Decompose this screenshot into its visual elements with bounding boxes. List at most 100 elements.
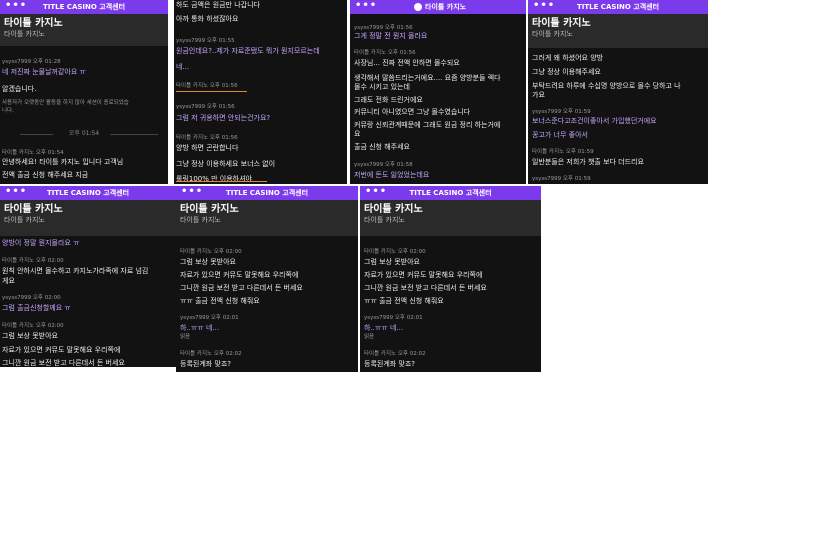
system-notice: 사용자가 오랫동안 활동을 하지 않아 세션이 종료되었습 bbox=[2, 100, 129, 106]
agent-message: 그니깐 원금 보전 받고 다른데서 돈 버세요 bbox=[180, 284, 303, 292]
message-meta: 타이틀 카지노 오후 02:00 bbox=[364, 249, 426, 255]
agent-message: 사장님... 진짜 전액 안하면 몰수되요 bbox=[354, 59, 460, 67]
agent-message: 아까 통화 하셨잖아요 bbox=[176, 15, 239, 23]
message-meta: 타이틀 카지노 오후 02:02 bbox=[364, 351, 426, 357]
user-message: 그게 정말 전 뭔지 몰라요 bbox=[354, 32, 428, 40]
chat-topbar: ••• TITLE CASINO 고객센터 bbox=[0, 186, 176, 200]
message-meta: 타이틀 카지노 오후 01:56 bbox=[176, 83, 238, 89]
chat-panel-4: ••• TITLE CASINO 고객센터 타이틀 카지노 타이틀 카지노 그러… bbox=[528, 0, 708, 184]
topbar-title: TITLE CASINO 고객센터 bbox=[42, 3, 126, 11]
chat-header: 타이틀 카지노 타이틀 카지노 bbox=[528, 14, 708, 48]
time-divider bbox=[110, 134, 158, 135]
system-notice: 니다. bbox=[2, 108, 14, 114]
chat-panel-6: ••• TITLE CASINO 고객센터 타이틀 카지노 타이틀 카지노 타이… bbox=[176, 186, 358, 372]
agent-message: 그럼 보상 못받아요 bbox=[180, 258, 236, 266]
agent-message: 그니깐 원금 보전 받고 다른데서 돈 버세요 bbox=[2, 359, 125, 367]
agent-message: 출금 신청 해주세요 bbox=[354, 143, 410, 151]
agent-message: 자료가 있으면 커뮤도 말못해요 우리쪽에 bbox=[2, 346, 121, 354]
chat-topbar: ••• TITLE CASINO 고객센터 bbox=[360, 186, 541, 200]
topbar-title: TITLE CASINO 고객센터 bbox=[225, 189, 309, 197]
chat-topbar: ••• TITLE CASINO 고객센터 bbox=[0, 0, 168, 14]
agent-message: 양방 하면 곤란합니다 bbox=[176, 144, 239, 152]
chat-header: 타이틀 카지노 타이틀 카지노 bbox=[0, 200, 176, 236]
message-meta: ysyss7999 오후 02:01 bbox=[364, 315, 423, 321]
message-meta: ysyss7999 오후 01:58 bbox=[354, 162, 413, 168]
message-meta: 타이틀 카지노 오후 01:54 bbox=[2, 150, 64, 156]
message-meta: 타이틀 카지노 오후 01:59 bbox=[532, 149, 594, 155]
chat-subtitle: 타이틀 카지노 bbox=[4, 216, 45, 224]
agent-message: 가요 bbox=[532, 91, 545, 99]
highlight-bar bbox=[176, 91, 247, 92]
chat-topbar: ••• TITLE CASINO 고객센터 bbox=[528, 0, 708, 14]
agent-message: 원칙 안하시면 몰수하고 카지노가라족에 자료 넘김 bbox=[2, 267, 149, 275]
message-meta: ysyss7999 오후 01:59 bbox=[532, 109, 591, 115]
chat-subtitle: 타이틀 카지노 bbox=[364, 216, 405, 224]
agent-message: 그니깐 원금 보전 받고 다른데서 돈 버세요 bbox=[364, 284, 487, 292]
user-message: 양방이 정말 뭔지몰라요 ㅠ bbox=[2, 239, 80, 247]
chat-topbar: ••• 타이틀 카지노 bbox=[350, 0, 526, 14]
chat-header: 타이틀 카지노 타이틀 카지노 bbox=[0, 14, 168, 46]
topbar-title: TITLE CASINO 고객센터 bbox=[46, 189, 130, 197]
topbar-title: TITLE CASINO 고객센터 bbox=[409, 189, 492, 197]
agent-message: 등록된계좌 맞죠? bbox=[364, 360, 416, 368]
chat-subtitle: 타이틀 카지노 bbox=[180, 216, 221, 224]
message-meta: 타이틀 카지노 오후 01:56 bbox=[354, 50, 416, 56]
user-message: 저번에 돈도 잃었었는데요 bbox=[354, 171, 430, 179]
message-meta: ysyss7999 오후 01:56 bbox=[176, 104, 235, 110]
message-meta: ysyss7999 오후 01:28 bbox=[2, 59, 61, 65]
chat-panel-5: ••• TITLE CASINO 고객센터 타이틀 카지노 타이틀 카지노 양방… bbox=[0, 186, 176, 367]
message-meta: ysyss7999 오후 01:55 bbox=[176, 38, 235, 44]
agent-message: 안녕하세요! 타이틀 카지노 입니다 고객님 bbox=[2, 158, 124, 166]
chat-topbar: ••• TITLE CASINO 고객센터 bbox=[176, 186, 358, 200]
user-message: 꽁고가 너무 좋아서 bbox=[532, 131, 588, 139]
highlight-bar bbox=[176, 181, 267, 182]
read-receipt: 읽음 bbox=[180, 334, 191, 340]
chat-panel-3: ••• 타이틀 카지노 ysyss7999 오후 01:56 그게 정말 전 뭔… bbox=[350, 0, 526, 184]
user-message: 네 저진짜 눈물날꺼같아요 ㅠ bbox=[2, 68, 86, 76]
message-meta: 타이틀 카지노 오후 02:00 bbox=[2, 258, 64, 264]
message-meta: 타이틀 카지노 오후 02:02 bbox=[180, 351, 242, 357]
message-meta: 타이틀 카지노 오후 02:00 bbox=[180, 249, 242, 255]
message-meta: 타이틀 카지노 오후 01:56 bbox=[176, 135, 238, 141]
agent-message: 그럼 보상 못받아요 bbox=[364, 258, 420, 266]
agent-message: 자료가 있으면 커뮤도 말못해요 우리쪽에 bbox=[180, 271, 299, 279]
message-meta: ysyss7999 오후 02:00 bbox=[2, 295, 61, 301]
agent-message: ㅠㅠ 출금 전액 신청 해줘요 bbox=[180, 297, 260, 305]
agent-message: 그냥 정상 이용해주세요 bbox=[532, 68, 601, 76]
chat-title: 타이틀 카지노 bbox=[4, 204, 63, 215]
agent-message: ㅠㅠ 출금 전액 신청 해줘요 bbox=[364, 297, 444, 305]
chat-title: 타이틀 카지노 bbox=[180, 204, 239, 215]
chat-header: 타이틀 카지노 타이틀 카지노 bbox=[360, 200, 541, 236]
message-meta: ysyss7999 오후 01:59 bbox=[532, 176, 591, 182]
user-message: 하..ㅠㅠ 네... bbox=[364, 324, 404, 332]
more-menu-icon[interactable]: ••• bbox=[355, 0, 377, 12]
agent-message: 그러게 왜 하셨어요 양방 bbox=[532, 54, 604, 62]
message-meta: 타이틀 카지노 오후 02:00 bbox=[2, 323, 64, 329]
agent-message: 몰수 시키고 있는데 bbox=[354, 83, 410, 91]
system-message: 알겠습니다. bbox=[2, 85, 37, 93]
chat-title: 타이틀 카지노 bbox=[4, 18, 63, 29]
agent-message: 그냥 정상 이용하세요 보너스 없이 bbox=[176, 160, 276, 168]
message-meta: ysyss7999 오후 02:01 bbox=[180, 315, 239, 321]
agent-message: 커뮤니티 아니였으면 그냥 몰수였습니다 bbox=[354, 108, 471, 116]
topbar-title: TITLE CASINO 고객센터 bbox=[576, 3, 660, 11]
agent-message: 일반분들은 저희가 챗출 보다 더드리요 bbox=[532, 158, 644, 166]
agent-message: 하도 금액은 원금만 나갑니다 bbox=[176, 1, 260, 9]
agent-message: 자료가 있으면 커뮤도 말못해요 우리쪽에 bbox=[364, 271, 483, 279]
user-message: 원금인데요?..제가 자료준됐도 뭐가 뭔지모르는데 bbox=[176, 47, 320, 55]
agent-message: 요 bbox=[354, 130, 361, 138]
agent-message: 그래도 전화 드린거에요 bbox=[354, 96, 423, 104]
agent-message: 전액 출금 신청 해주세요 지금 bbox=[2, 171, 89, 179]
user-message: 하..ㅠㅠ 네... bbox=[180, 324, 220, 332]
user-message: 네... bbox=[176, 63, 190, 71]
user-message: 그럼 출금신청할께요 ㅠ bbox=[2, 304, 71, 312]
topbar-title: 타이틀 카지노 bbox=[425, 3, 467, 11]
chat-panel-1: ••• TITLE CASINO 고객센터 타이틀 카지노 타이틀 카지노 ys… bbox=[0, 0, 168, 184]
user-message: 보너스준다고조건이좋아서 가입했던거에요 bbox=[532, 117, 657, 125]
agent-message: 등록된계좌 맞죠? bbox=[180, 360, 232, 368]
chat-subtitle: 타이틀 카지노 bbox=[532, 30, 573, 38]
agent-message: 그럼 보상 못받아요 bbox=[2, 332, 58, 340]
user-message: 그럼 저 귀용하면 안되는건가요? bbox=[176, 114, 271, 122]
agent-message: 게요 bbox=[2, 277, 15, 285]
chat-title: 타이틀 카지노 bbox=[532, 18, 591, 29]
